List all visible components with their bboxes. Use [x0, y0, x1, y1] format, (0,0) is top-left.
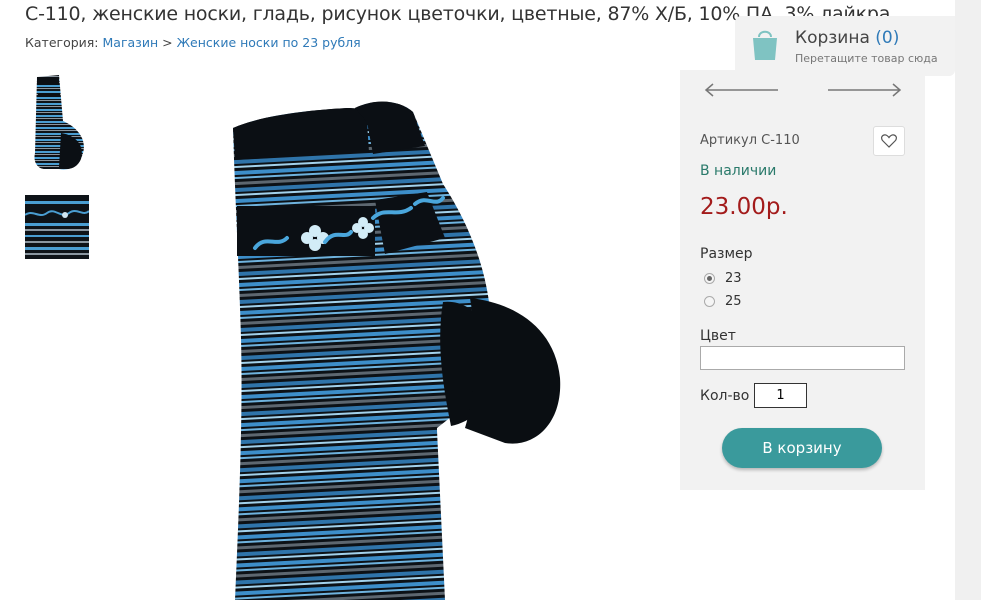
- add-to-cart-button[interactable]: В корзину: [722, 428, 882, 468]
- cart-title-text: Корзина: [795, 28, 870, 48]
- shopping-bag-icon: [751, 26, 779, 66]
- scrollbar-track[interactable]: [955, 0, 981, 600]
- size-option-25[interactable]: 25: [704, 294, 742, 309]
- size-option-label: 25: [725, 294, 742, 309]
- product-panel: Артикул С-110 В наличии 23.00р. Размер 2…: [680, 70, 925, 490]
- quantity-input[interactable]: [754, 383, 807, 408]
- sock-thumbnail-image: [34, 75, 84, 170]
- arrow-left-icon[interactable]: [704, 82, 780, 97]
- color-field[interactable]: [700, 346, 905, 370]
- sock-closeup-image: [25, 195, 89, 259]
- thumbnail-1[interactable]: [25, 73, 89, 177]
- quantity-label: Кол-во: [700, 388, 750, 404]
- arrow-right-icon[interactable]: [826, 82, 902, 97]
- breadcrumb: Категория: Магазин > Женские носки по 23…: [25, 35, 361, 50]
- product-price: 23.00р.: [700, 194, 788, 220]
- heart-icon: [881, 134, 897, 148]
- size-option-23[interactable]: 23: [704, 271, 742, 286]
- sku-label: Артикул С-110: [700, 133, 800, 148]
- thumbnail-2[interactable]: [25, 195, 89, 259]
- cart-title: Корзина (0): [795, 28, 899, 48]
- size-label: Размер: [700, 246, 753, 262]
- breadcrumb-separator: >: [162, 35, 173, 50]
- breadcrumb-prefix: Категория:: [25, 35, 99, 50]
- cart-widget[interactable]: Корзина (0) Перетащите товар сюда: [735, 16, 955, 76]
- availability-status: В наличии: [700, 163, 777, 179]
- color-label: Цвет: [700, 328, 736, 344]
- breadcrumb-link-shop[interactable]: Магазин: [103, 35, 159, 50]
- cart-hint: Перетащите товар сюда: [795, 52, 938, 65]
- size-option-label: 23: [725, 271, 742, 286]
- radio-checked-icon[interactable]: [704, 273, 715, 284]
- radio-unchecked-icon[interactable]: [704, 296, 715, 307]
- socks-photo: [233, 101, 561, 600]
- favorite-button[interactable]: [873, 126, 905, 156]
- breadcrumb-link-category[interactable]: Женские носки по 23 рубля: [177, 35, 361, 50]
- product-main-image[interactable]: [215, 88, 575, 600]
- cart-count: (0): [875, 28, 900, 48]
